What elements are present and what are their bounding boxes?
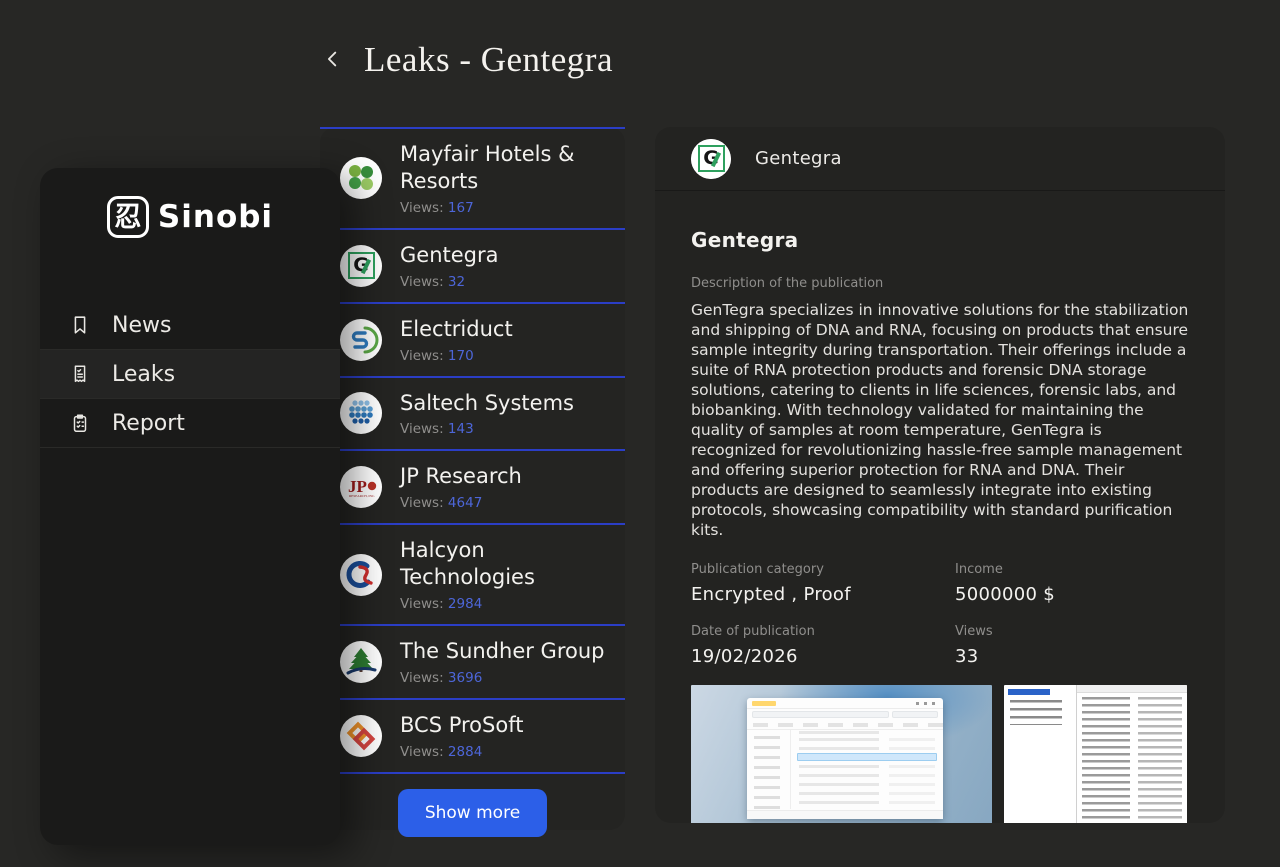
publication-title: Gentegra [691,228,1189,252]
svg-text:RESEARCH, INC.: RESEARCH, INC. [349,494,375,499]
meta-publication-category: Publication category Encrypted , Proof [691,562,955,605]
description-label: Description of the publication [691,276,1189,291]
company-name: Gentegra [400,242,499,269]
explorer-addressbar [747,709,943,720]
publication-description: GenTegra specializes in innovative solut… [691,300,1189,540]
views-count: Views: 4647 [400,495,522,511]
page-header: Leaks - Gentegra [320,40,613,80]
meta-views: Views 33 [955,624,1189,667]
chevron-left-icon [322,48,344,73]
bookmark-icon [68,313,92,337]
leak-detail-panel: G Gentegra Gentegra Description of the p… [655,127,1225,823]
company-name: JP Research [400,463,522,490]
attachment-screenshot-file-explorer[interactable] [691,685,992,823]
leak-list: Mayfair Hotels & Resorts Views: 167 G Ge… [320,127,625,774]
sinobi-logo: 忍 Sinobi [40,194,340,240]
sysinfo-tree [1010,700,1062,725]
sidebar: 忍 Sinobi News Leaks Report [40,168,340,845]
company-name: Mayfair Hotels & Resorts [400,141,611,195]
back-button[interactable] [320,47,346,73]
saltech-logo-icon [340,392,382,434]
bcs-prosoft-logo-icon [340,715,382,757]
company-name: The Sundher Group [400,638,604,665]
views-count: Views: 32 [400,274,499,290]
receipt-icon [68,362,92,386]
attachment-screenshots [691,685,1189,823]
sysinfo-table-header [1077,685,1187,693]
meta-income: Income 5000000 $ [955,562,1189,605]
explorer-file-list [747,730,943,809]
explorer-statusbar [747,810,943,819]
sinobi-logo-text: Sinobi [158,199,273,235]
views-count: Views: 3696 [400,670,604,686]
electriduct-logo-icon [340,319,382,361]
detail-company-name: Gentegra [755,148,842,169]
detail-header: G Gentegra [655,127,1225,191]
sysinfo-divider [1076,685,1077,823]
sidebar-item-news[interactable]: News [40,301,340,350]
show-more-button[interactable]: Show more [398,789,547,837]
company-name: BCS ProSoft [400,712,523,739]
clipboard-icon [68,411,92,435]
selected-file-row [797,753,937,761]
sidebar-item-report-label: Report [112,411,185,436]
sidebar-item-leaks[interactable]: Leaks [40,350,340,399]
views-count: Views: 143 [400,421,574,437]
views-count: Views: 2884 [400,744,523,760]
list-item-saltech[interactable]: Saltech Systems Views: 143 [320,378,625,452]
views-count: Views: 2984 [400,596,611,612]
list-item-electriduct[interactable]: Electriduct Views: 170 [320,304,625,378]
sundher-logo-icon [340,641,382,683]
leaks-list-panel: Mayfair Hotels & Resorts Views: 167 G Ge… [320,127,625,830]
sidebar-item-news-label: News [112,313,171,338]
list-item-jp-research[interactable]: JPRESEARCH, INC. JP Research Views: 4647 [320,451,625,525]
sidebar-nav: News Leaks Report [40,301,340,448]
sysinfo-item-column [1082,697,1130,823]
sysinfo-selected-node [1008,689,1050,695]
company-name: Halcyon Technologies [400,537,611,591]
views-count: Views: 167 [400,200,611,216]
attachment-screenshot-system-info[interactable] [1004,685,1187,823]
list-item-mayfair[interactable]: Mayfair Hotels & Resorts Views: 167 [320,129,625,230]
meta-date-of-publication: Date of publication 19/02/2026 [691,624,955,667]
explorer-toolbar [747,720,943,730]
company-name: Electriduct [400,316,513,343]
page-title: Leaks - Gentegra [364,40,613,80]
sidebar-item-report[interactable]: Report [40,399,340,448]
mayfair-logo-icon [340,157,382,199]
explorer-window [747,698,943,819]
list-item-halcyon[interactable]: Halcyon Technologies Views: 2984 [320,525,625,626]
list-item-sundher[interactable]: The Sundher Group Views: 3696 [320,626,625,700]
gentegra-logo-icon: G [691,139,731,179]
sysinfo-value-column [1138,697,1182,823]
halcyon-logo-icon [340,554,382,596]
list-item-bcs-prosoft[interactable]: BCS ProSoft Views: 2884 [320,700,625,774]
jp-research-logo-icon: JPRESEARCH, INC. [340,466,382,508]
views-count: Views: 170 [400,348,513,364]
sinobi-kanji-icon: 忍 [107,196,149,238]
gentegra-logo-icon: G [340,245,382,287]
sidebar-item-leaks-label: Leaks [112,362,175,387]
publication-meta: Publication category Encrypted , Proof I… [691,562,1189,667]
company-name: Saltech Systems [400,390,574,417]
list-item-gentegra[interactable]: G Gentegra Views: 32 [320,230,625,304]
explorer-titlebar [747,698,943,709]
